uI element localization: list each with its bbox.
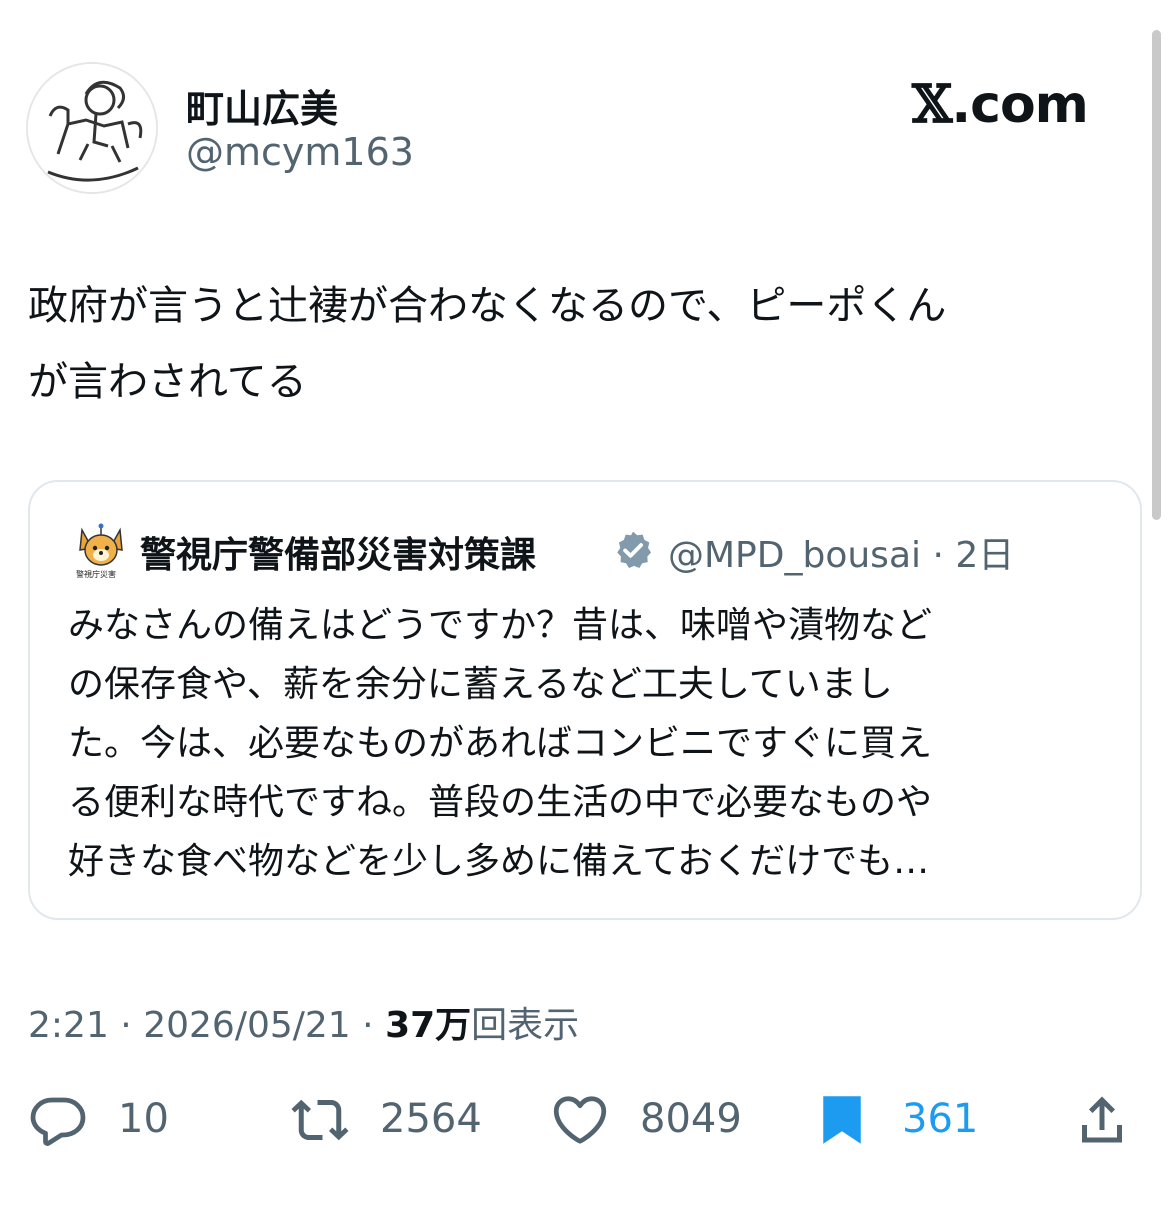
quoted-handle-text: @MPD_bousai — [668, 535, 922, 576]
quoted-author-name[interactable]: 警視庁警備部災害対策課 — [140, 526, 536, 578]
views-count: 37万 — [385, 1005, 472, 1046]
quoted-text-line: 好きな食べ物などを少し多めに備えておくだけでも… — [68, 841, 930, 882]
repost-icon[interactable] — [290, 1090, 350, 1150]
quoted-text-line: の保存食や、薪を余分に蓄えるなど工夫していまし — [68, 664, 893, 705]
avatar-illustration — [28, 64, 156, 192]
quoted-separator: · — [932, 535, 944, 576]
meta-separator: · — [120, 1005, 132, 1046]
bookmark-icon[interactable] — [812, 1090, 872, 1150]
like-icon[interactable] — [550, 1090, 610, 1150]
tweet-text-line: が言わされてる — [28, 359, 307, 405]
quoted-time[interactable]: 2日 — [955, 535, 1014, 576]
share-icon[interactable] — [1072, 1090, 1132, 1150]
like-count: 8049 — [640, 1096, 742, 1142]
quoted-tweet-text: みなさんの備えはどうですか？昔は、味噌や漬物など の保存食や、薪を余分に蓄えるな… — [68, 596, 1118, 891]
tweet-date[interactable]: 2026/05/21 — [143, 1005, 351, 1046]
author-avatar[interactable] — [26, 62, 158, 194]
quoted-text-line: る便利な時代ですね。普段の生活の中で必要なものや — [68, 782, 933, 823]
tweet-text-line: 政府が言うと辻褄が合わなくなるので、ピーポくん — [28, 283, 947, 329]
tweet-meta: 2:21 · 2026/05/21 · 37万回表示 — [28, 996, 579, 1048]
repost-count: 2564 — [380, 1096, 482, 1142]
author-name[interactable]: 町山広美 — [186, 78, 338, 133]
site-logo: 𝕏.com — [912, 74, 1089, 135]
views-label: 回表示 — [471, 1005, 580, 1046]
mascot-icon: 警視庁災害 — [75, 523, 127, 579]
x-logo-icon: 𝕏 — [912, 74, 952, 135]
meta-separator: · — [362, 1005, 374, 1046]
verified-badge-icon — [612, 529, 654, 571]
scrollbar[interactable] — [1152, 30, 1161, 520]
mascot-label: 警視庁災害 — [76, 569, 116, 579]
quoted-text-line: みなさんの備えはどうですか？昔は、味噌や漬物など — [68, 605, 933, 646]
quoted-text-line: た。今は、必要なものがあればコンビニですぐに買え — [68, 723, 933, 764]
site-logo-suffix: .com — [951, 75, 1088, 135]
bookmark-count: 361 — [902, 1096, 979, 1142]
author-handle[interactable]: @mcym163 — [186, 130, 414, 174]
tweet-text: 政府が言うと辻褄が合わなくなるので、ピーポくん が言わされてる — [28, 268, 1143, 420]
quoted-author-avatar[interactable]: 警視庁災害 — [72, 522, 130, 580]
reply-count: 10 — [118, 1096, 169, 1142]
quoted-author-handle[interactable]: @MPD_bousai · 2日 — [668, 526, 1014, 578]
reply-icon[interactable] — [28, 1090, 88, 1150]
tweet-time[interactable]: 2:21 — [28, 1005, 109, 1046]
